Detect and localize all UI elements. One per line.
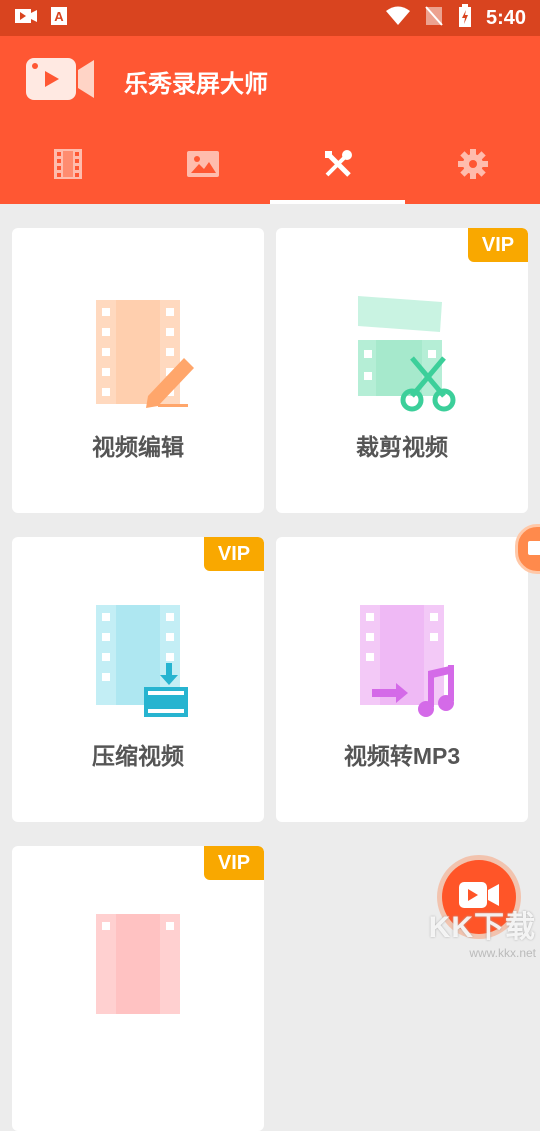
card-tool-5[interactable]: VIP xyxy=(12,846,264,1131)
no-signal-icon xyxy=(424,5,444,32)
watermark-url: www.kkx.net xyxy=(469,946,536,960)
card-label: 视频编辑 xyxy=(92,434,184,460)
svg-text:A: A xyxy=(54,9,64,24)
film-icon xyxy=(53,148,82,184)
wifi-icon xyxy=(385,6,410,31)
film-icon xyxy=(96,914,180,1014)
vip-badge: VIP xyxy=(468,228,528,262)
film-compress-icon xyxy=(96,605,188,717)
film-music-icon xyxy=(360,605,454,717)
app-logo-icon xyxy=(26,56,96,102)
gear-icon xyxy=(457,148,488,184)
card-compress-video[interactable]: VIP 压缩视频 xyxy=(12,537,264,822)
vip-badge: VIP xyxy=(204,846,264,880)
tools-icon xyxy=(323,149,353,184)
clock: 5:40 xyxy=(485,7,526,29)
video-notification-icon xyxy=(14,7,38,30)
app-notification-icon: A xyxy=(50,6,68,31)
tab-bar xyxy=(0,128,540,204)
tab-videos[interactable] xyxy=(0,128,135,204)
tab-settings[interactable] xyxy=(405,128,540,204)
battery-charging-icon xyxy=(458,4,472,33)
watermark-logo: KK下载 xyxy=(428,911,536,944)
card-video-to-mp3[interactable]: 视频转MP3 xyxy=(276,537,528,822)
card-label: 压缩视频 xyxy=(92,743,184,769)
film-edit-icon xyxy=(96,300,194,408)
card-label: 裁剪视频 xyxy=(356,434,448,460)
card-video-edit[interactable]: 视频编辑 xyxy=(12,228,264,513)
image-icon xyxy=(186,150,219,182)
app-header: 乐秀录屏大师 xyxy=(0,36,540,204)
watermark: KK下载 www.kkx.net xyxy=(429,902,536,960)
card-crop-video[interactable]: VIP 裁剪视频 xyxy=(276,228,528,513)
film-scissors-icon xyxy=(358,296,456,412)
status-bar: A 5:40 xyxy=(0,0,540,36)
floating-record-widget[interactable] xyxy=(515,524,540,574)
tab-images[interactable] xyxy=(135,128,270,204)
card-label: 视频转MP3 xyxy=(343,743,461,769)
tab-tools[interactable] xyxy=(270,128,405,204)
app-title: 乐秀录屏大师 xyxy=(124,71,268,98)
vip-badge: VIP xyxy=(204,537,264,571)
